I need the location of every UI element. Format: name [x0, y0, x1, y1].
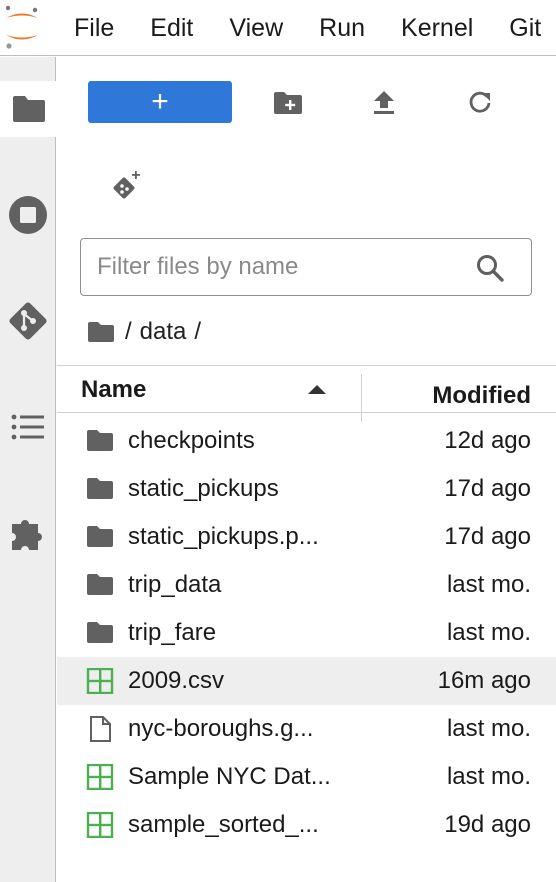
plus-icon: + — [151, 85, 169, 118]
file-browser-panel: + Filter files by name / data / Name Mod… — [57, 57, 556, 882]
modified-column-header[interactable]: Modified — [432, 372, 531, 420]
jupyterlab-window: File Edit View Run Kernel Git + Filter f… — [0, 0, 556, 882]
file-list: checkpoints 12d ago static_pickups 17d a… — [57, 417, 556, 849]
stop-circle-icon — [9, 196, 47, 234]
list-item[interactable]: trip_data last mo. — [57, 561, 556, 609]
upload-button[interactable] — [364, 85, 404, 121]
file-name: static_pickups — [128, 475, 279, 502]
file-modified: 17d ago — [444, 475, 531, 502]
file-name: trip_data — [128, 571, 222, 598]
spreadsheet-icon — [86, 764, 114, 790]
folder-icon — [12, 96, 45, 122]
breadcrumb: / data / — [87, 315, 201, 349]
menu-git[interactable]: Git — [491, 0, 556, 55]
spreadsheet-icon — [86, 668, 114, 694]
folder-icon — [87, 526, 113, 547]
file-name: 2009.csv — [128, 667, 225, 694]
file-name: static_pickups.p... — [128, 523, 319, 550]
puzzle-icon — [12, 520, 42, 550]
sidebar-tab-file-browser[interactable] — [0, 81, 57, 137]
sidebar-tab-git[interactable] — [0, 293, 56, 349]
git-clone-icon — [113, 171, 140, 199]
menu-edit[interactable]: Edit — [132, 0, 211, 55]
list-item-selected[interactable]: 2009.csv 16m ago — [57, 657, 556, 705]
file-modified: last mo. — [446, 619, 531, 646]
file-modified: 16m ago — [437, 667, 531, 694]
breadcrumb-folder[interactable]: data — [140, 318, 187, 346]
list-item[interactable]: static_pickups 17d ago — [57, 465, 556, 513]
list-item[interactable]: static_pickups.p... 17d ago — [57, 513, 556, 561]
file-name: nyc-boroughs.g... — [128, 715, 314, 742]
sort-ascending-icon — [308, 385, 326, 394]
activity-sidebar — [0, 57, 57, 882]
folder-icon — [87, 622, 113, 643]
file-modified: 17d ago — [444, 523, 531, 550]
menu-bar: File Edit View Run Kernel Git — [0, 0, 556, 56]
file-list-header: Name Modified — [57, 365, 556, 422]
new-folder-button[interactable] — [268, 85, 308, 121]
list-icon — [11, 414, 44, 440]
refresh-button[interactable] — [460, 85, 500, 121]
search-icon[interactable] — [475, 253, 505, 283]
folder-icon — [87, 478, 113, 499]
file-name: trip_fare — [128, 619, 217, 646]
filter-box — [80, 238, 532, 296]
file-name: Sample NYC Dat... — [128, 763, 331, 790]
menu-view[interactable]: View — [211, 0, 301, 55]
upload-icon — [374, 91, 394, 114]
file-icon — [90, 716, 111, 742]
home-folder-icon[interactable] — [87, 321, 115, 343]
sidebar-tab-toc[interactable] — [0, 399, 56, 455]
menu-kernel[interactable]: Kernel — [383, 0, 491, 55]
list-item[interactable]: sample_sorted_... 19d ago — [57, 801, 556, 849]
list-item[interactable]: trip_fare last mo. — [57, 609, 556, 657]
column-divider[interactable] — [361, 374, 362, 422]
list-item[interactable]: nyc-boroughs.g... last mo. — [57, 705, 556, 753]
jupyter-logo-icon[interactable] — [2, 4, 42, 50]
new-folder-icon — [274, 92, 302, 114]
refresh-icon — [469, 91, 491, 113]
sidebar-tab-running[interactable] — [0, 187, 56, 243]
breadcrumb-trailing-separator: / — [194, 318, 202, 345]
menu-file[interactable]: File — [56, 0, 132, 55]
file-modified: 19d ago — [444, 811, 531, 838]
sidebar-tab-extensions[interactable] — [0, 505, 56, 561]
folder-icon — [87, 574, 113, 595]
breadcrumb-root-separator[interactable]: / — [125, 318, 132, 346]
spreadsheet-icon — [86, 812, 114, 838]
filter-files-input[interactable] — [81, 242, 461, 292]
name-column-header[interactable]: Name — [81, 366, 146, 414]
menu-run[interactable]: Run — [301, 0, 383, 55]
git-icon — [9, 302, 47, 340]
file-modified: last mo. — [446, 763, 531, 790]
new-launcher-button[interactable]: + — [88, 81, 232, 123]
list-item[interactable]: Sample NYC Dat... last mo. — [57, 753, 556, 801]
file-modified: last mo. — [446, 715, 531, 742]
list-item[interactable]: checkpoints 12d ago — [57, 417, 556, 465]
git-clone-button[interactable] — [107, 165, 147, 205]
file-name: sample_sorted_... — [128, 811, 319, 838]
folder-icon — [87, 430, 113, 451]
file-modified: last mo. — [446, 571, 531, 598]
file-name: checkpoints — [128, 427, 255, 454]
file-modified: 12d ago — [444, 427, 531, 454]
